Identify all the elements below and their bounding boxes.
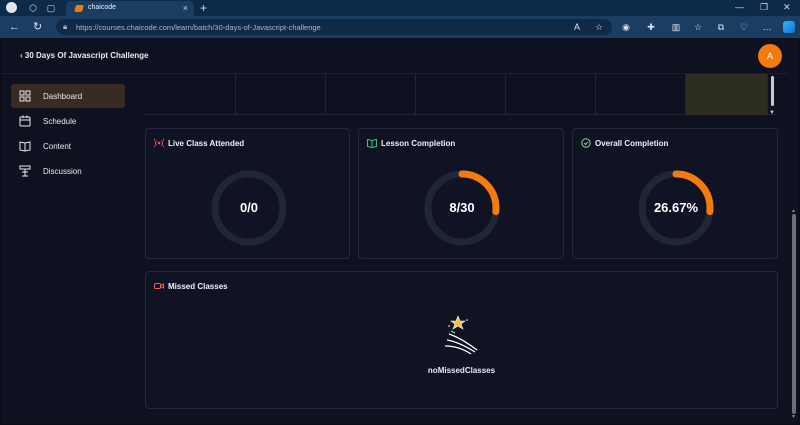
url-text[interactable]: https://courses.chaicode.com/learn/batch… xyxy=(76,23,321,32)
card-title: Missed Classes xyxy=(168,282,228,291)
scroll-down-arrow-icon[interactable]: ▼ xyxy=(791,414,796,420)
extension-icon[interactable]: ◉ xyxy=(621,22,631,32)
page-scrollbar[interactable]: ▲ ▼ xyxy=(788,38,798,423)
dashboard-icon xyxy=(19,90,31,102)
sidebar-item-label: Dashboard xyxy=(43,92,83,101)
app-header: ‹ 30 Days Of Javascript Challenge A xyxy=(2,38,798,74)
maximize-icon[interactable]: ❐ xyxy=(760,2,768,13)
video-icon xyxy=(154,283,164,289)
new-tab-button[interactable]: + xyxy=(200,1,207,15)
page-scrollbar-thumb[interactable] xyxy=(792,214,796,414)
read-aloud-icon[interactable]: A xyxy=(572,22,582,32)
live-class-card: Live Class Attended 0/0 xyxy=(145,128,350,259)
avatar[interactable]: A xyxy=(758,44,782,68)
scroll-down-arrow-icon[interactable]: ▼ xyxy=(769,110,775,116)
profile-icon[interactable] xyxy=(6,2,17,13)
table-scrollbar[interactable]: ▼ xyxy=(768,74,776,118)
table-cell xyxy=(416,74,506,115)
no-missed-classes-text: noMissedClasses xyxy=(427,366,496,375)
calendar-icon xyxy=(19,115,31,127)
sidebar-item-discussion[interactable]: Discussion xyxy=(11,159,125,183)
course-back-link[interactable]: ‹ 30 Days Of Javascript Challenge xyxy=(20,51,149,60)
missed-classes-card: Missed Classes noMissedClasses xyxy=(145,271,778,409)
close-tab-icon[interactable]: × xyxy=(183,3,188,13)
sidebar-item-label: Discussion xyxy=(43,167,82,176)
lesson-completion-card: Lesson Completion 8/30 xyxy=(358,128,564,259)
more-icon[interactable]: … xyxy=(762,22,772,32)
close-window-icon[interactable]: ✕ xyxy=(783,2,791,13)
card-title: Lesson Completion xyxy=(381,139,456,148)
favorite-star-icon[interactable]: ☆ xyxy=(594,22,604,32)
table-cell xyxy=(506,74,596,115)
sidebar-item-content[interactable]: Content xyxy=(11,134,125,158)
overall-completion-card: Overall Completion 26.67% xyxy=(572,128,778,259)
sidebar-item-label: Schedule xyxy=(43,117,77,126)
progress-ring-lesson: 8/30 xyxy=(423,169,501,247)
chaicode-favicon-icon xyxy=(74,5,84,12)
sidebar-item-dashboard[interactable]: Dashboard xyxy=(11,84,125,108)
browser-essentials-icon[interactable]: ♡ xyxy=(739,22,749,32)
favorites-icon[interactable]: ☆ xyxy=(693,22,703,32)
workspaces-icon[interactable]: ⬡ xyxy=(28,3,38,13)
collections-icon[interactable]: ⧉ xyxy=(716,22,726,32)
broadcast-icon xyxy=(154,138,164,148)
book-open-icon xyxy=(367,138,377,148)
progress-ring-live: 0/0 xyxy=(210,169,288,247)
table-cell xyxy=(236,74,326,115)
tab-actions-icon[interactable]: ▢ xyxy=(46,3,56,13)
app-container: ‹ 30 Days Of Javascript Challenge A Dash… xyxy=(2,38,798,423)
browser-titlebar: ⬡ ▢ chaicode × + — ❐ ✕ xyxy=(0,0,800,16)
check-circle-icon xyxy=(581,138,591,148)
table-cell-highlighted xyxy=(686,74,768,115)
browser-navbar: ← ↻ 🔒︎ https://courses.chaicode.com/lear… xyxy=(0,16,800,38)
card-title: Overall Completion xyxy=(595,139,669,148)
back-arrow-icon[interactable]: ← xyxy=(9,21,20,33)
table-cell xyxy=(145,74,236,115)
split-screen-icon[interactable]: ▥ xyxy=(671,22,681,32)
copilot-icon[interactable] xyxy=(783,21,795,33)
table-cell xyxy=(326,74,416,115)
overall-completion-value: 26.67% xyxy=(653,200,699,215)
scrollbar-thumb[interactable] xyxy=(771,76,774,106)
lesson-completion-value: 8/30 xyxy=(449,200,475,215)
sidebar-item-label: Content xyxy=(43,142,72,151)
shooting-star-illustration-icon xyxy=(444,315,478,355)
tab-title: chaicode xyxy=(88,4,117,11)
address-bar[interactable]: 🔒︎ https://courses.chaicode.com/learn/ba… xyxy=(56,19,612,35)
refresh-icon[interactable]: ↻ xyxy=(33,21,42,33)
live-class-value: 0/0 xyxy=(239,200,259,215)
book-icon xyxy=(19,141,31,152)
progress-ring-overall: 26.67% xyxy=(637,169,715,247)
table-cell xyxy=(596,74,686,115)
browser-tab[interactable]: chaicode × xyxy=(66,1,194,16)
puzzle-icon[interactable]: ✚ xyxy=(646,22,656,32)
minimize-icon[interactable]: — xyxy=(735,2,744,12)
sidebar-item-schedule[interactable]: Schedule xyxy=(11,109,125,133)
lock-icon[interactable]: 🔒︎ xyxy=(63,22,67,32)
card-title: Live Class Attended xyxy=(168,139,245,148)
discussion-icon xyxy=(19,165,31,177)
schedule-table xyxy=(145,74,776,115)
